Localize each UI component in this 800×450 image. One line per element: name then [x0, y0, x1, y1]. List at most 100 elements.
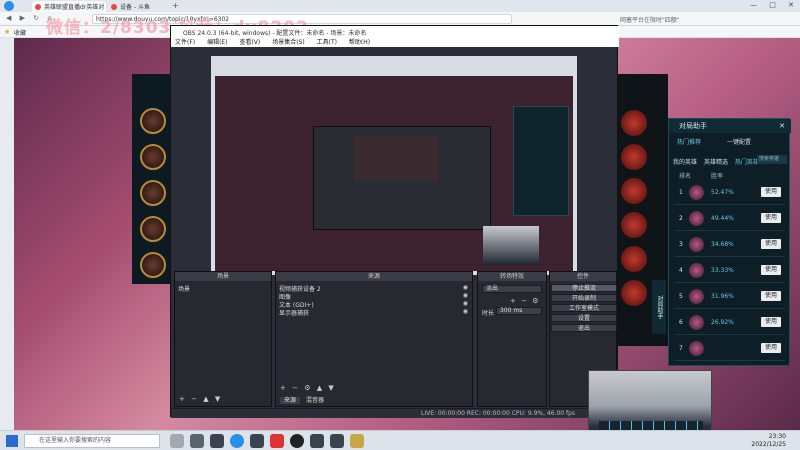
browser-app-icon[interactable] — [230, 434, 244, 448]
down-icon[interactable]: ▼ — [328, 384, 333, 392]
obs-menu-bar: 文件(F) 编辑(E) 查看(V) 场景集合(S) 工具(T) 帮助(H) — [171, 37, 619, 47]
use-button[interactable]: 使用 — [761, 213, 781, 223]
back-icon[interactable]: ◀ — [6, 14, 11, 22]
champion-avatar[interactable] — [140, 180, 166, 206]
start-recording-button[interactable]: 开始录制 — [551, 294, 617, 302]
eye-icon[interactable]: ◉ — [463, 300, 468, 308]
use-button[interactable]: 使用 — [761, 187, 781, 197]
down-icon[interactable]: ▼ — [215, 395, 220, 403]
new-tab-icon[interactable]: + — [172, 1, 179, 10]
subtab-picked[interactable]: 英雄精选 — [704, 159, 728, 166]
add-icon[interactable]: + — [510, 297, 516, 305]
taskbar-search-input[interactable]: 在这里输入你要搜索的内容 — [24, 434, 160, 448]
lol-app-icon[interactable] — [350, 434, 364, 448]
champion-avatar[interactable] — [140, 252, 166, 278]
studio-mode-button[interactable]: 工作室模式 — [551, 304, 617, 312]
app-icon-3[interactable] — [250, 434, 264, 448]
hero-search-input[interactable]: 搜索英雄 — [757, 155, 787, 164]
gear-icon[interactable]: ⚙ — [304, 384, 310, 392]
use-button[interactable]: 使用 — [761, 291, 781, 301]
use-button[interactable]: 使用 — [761, 317, 781, 327]
exit-button[interactable]: 退出 — [551, 324, 617, 332]
source-item[interactable]: 显示器捕获 — [279, 308, 309, 317]
gear-icon[interactable]: ⚙ — [532, 297, 538, 305]
summoner-spell-icon[interactable] — [621, 212, 647, 238]
menu-file[interactable]: 文件(F) — [175, 39, 195, 46]
summoner-spell-icon[interactable] — [621, 280, 647, 306]
remove-icon[interactable]: − — [292, 384, 298, 392]
menu-tools[interactable]: 工具(T) — [317, 39, 337, 46]
settings-button[interactable]: 设置 — [551, 314, 617, 322]
close-icon[interactable]: ✕ — [788, 1, 794, 9]
eye-icon[interactable]: ◉ — [463, 308, 468, 316]
scene-item[interactable]: 场景 — [178, 284, 190, 293]
add-icon[interactable]: + — [280, 384, 286, 392]
row-rank: 4 — [679, 267, 683, 274]
remove-icon[interactable]: − — [521, 297, 527, 305]
summoner-spell-icon[interactable] — [621, 144, 647, 170]
champion-avatar[interactable] — [140, 108, 166, 134]
taskview-icon[interactable] — [170, 434, 184, 448]
helper-side-tab[interactable]: 对局助手 — [652, 280, 666, 334]
helper-title: 对局助手 — [669, 119, 791, 133]
helper-close-icon[interactable]: ✕ — [779, 122, 785, 130]
use-button[interactable]: 使用 — [761, 265, 781, 275]
table-row: 6 26.92% 使用 — [675, 311, 785, 335]
start-icon[interactable] — [6, 435, 18, 447]
menu-edit[interactable]: 编辑(E) — [207, 39, 227, 46]
summoner-spell-icon[interactable] — [621, 110, 647, 136]
champion-avatar[interactable] — [140, 216, 166, 242]
menu-scene-collection[interactable]: 场景集合(S) — [272, 39, 305, 46]
browser-tab-2[interactable]: 设备 - 斗鱼 — [108, 1, 168, 12]
tab-favicon-icon — [35, 4, 41, 10]
reload-icon[interactable]: ↻ — [33, 14, 39, 22]
add-icon[interactable]: + — [179, 395, 185, 403]
app-icon-5[interactable] — [310, 434, 324, 448]
app-icon-1[interactable] — [190, 434, 204, 448]
minimize-icon[interactable]: — — [750, 1, 757, 9]
taskbar-clock[interactable]: 23:30 2022/12/25 — [751, 433, 786, 449]
eye-icon[interactable]: ◉ — [463, 284, 468, 292]
up-icon[interactable]: ▲ — [203, 395, 208, 403]
app-icon-6[interactable] — [330, 434, 344, 448]
transition-dock-title: 转场特效 — [478, 272, 546, 281]
tab-one-click[interactable]: 一键配置 — [727, 137, 751, 146]
summoner-spell-icon[interactable] — [621, 178, 647, 204]
nested-helper-capture — [513, 106, 569, 216]
bookmarks-label[interactable]: 收藏 — [14, 28, 26, 37]
subtab-popular[interactable]: 热门英雄 — [735, 159, 759, 166]
eye-icon[interactable]: ◉ — [463, 292, 468, 300]
tab-mixer[interactable]: 混音器 — [302, 397, 328, 404]
subtabs: 我的英雄 英雄精选 热门英雄 — [673, 157, 759, 166]
row-winrate: 49.44% — [711, 215, 734, 222]
browser-logo-icon — [4, 1, 14, 11]
menu-view[interactable]: 查看(V) — [239, 39, 260, 46]
nested-obs-capture — [313, 126, 491, 230]
app-icon-2[interactable] — [210, 434, 224, 448]
transition-select[interactable]: 淡出 — [482, 285, 542, 293]
champion-avatar[interactable] — [140, 144, 166, 170]
tab-sources[interactable]: 来源 — [280, 397, 301, 404]
obs-app-icon[interactable] — [290, 434, 304, 448]
app-icon-4[interactable] — [270, 434, 284, 448]
use-button[interactable]: 使用 — [761, 343, 781, 353]
row-rank: 6 — [679, 319, 683, 326]
forward-icon[interactable]: ▶ — [20, 14, 25, 22]
use-button[interactable]: 使用 — [761, 239, 781, 249]
obs-preview[interactable] — [211, 56, 577, 275]
sources-dock: 来源 视频捕获设备 2 图像 文本 (GDI+) 显示器捕获 ◉ ◉ ◉ ◉ +… — [275, 271, 473, 407]
duration-input[interactable]: 300 ms — [496, 307, 542, 315]
summoner-spell-icon[interactable] — [621, 246, 647, 272]
tab-hot[interactable]: 热门推荐 — [677, 137, 701, 146]
windows-taskbar: 在这里输入你要搜索的内容 23:30 2022/12/25 — [0, 430, 800, 450]
status-text: LIVE: 00:00:00 REC: 00:00:00 CPU: 9.9%, … — [421, 410, 576, 417]
stop-streaming-button[interactable]: 停止推流 — [551, 284, 617, 292]
up-icon[interactable]: ▲ — [317, 384, 322, 392]
lol-champion-panel — [132, 74, 174, 284]
subtab-my[interactable]: 我的英雄 — [673, 159, 697, 166]
menu-help[interactable]: 帮助(H) — [349, 39, 370, 46]
maximize-icon[interactable]: □ — [769, 1, 776, 9]
table-row: 5 31.96% 使用 — [675, 285, 785, 309]
browser-tab-1[interactable]: 英雄联盟直播dr英雄对 — [32, 1, 106, 12]
remove-icon[interactable]: − — [191, 395, 197, 403]
